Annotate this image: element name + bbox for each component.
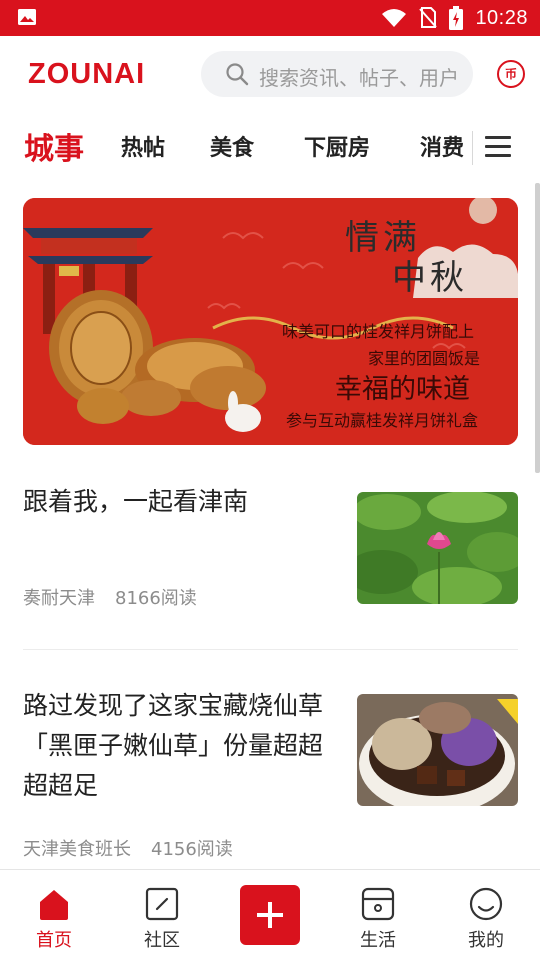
banner-text-line1: 味美可口的桂发祥月饼配上 xyxy=(282,322,475,341)
category-tabs: 城事 热帖 美食 下厨房 消费 xyxy=(0,112,540,182)
article-divider xyxy=(23,649,518,650)
tab-consumption[interactable]: 消费 xyxy=(420,130,464,162)
nav-community-label: 社区 xyxy=(144,930,180,951)
nav-profile[interactable]: 我的 xyxy=(446,870,526,960)
article-title: 路过发现了这家宝藏烧仙草「黑匣子嫩仙草」份量超超超超足 xyxy=(23,691,324,800)
app-header: ZOUNAI 搜索资讯、帖子、用户 币 xyxy=(0,36,540,112)
article-thumbnail xyxy=(357,694,518,806)
article-card[interactable]: 跟着我，一起看津南 奏耐天津 8166阅读 xyxy=(23,480,518,630)
coin-icon[interactable]: 币 xyxy=(497,60,525,88)
profile-icon xyxy=(469,887,503,921)
tab-city-affairs[interactable]: 城事 xyxy=(24,124,84,168)
article-author: 奏耐天津 xyxy=(23,588,95,609)
life-icon xyxy=(361,887,395,921)
article-meta: 奏耐天津 8166阅读 xyxy=(23,584,197,610)
photo-notification-icon xyxy=(18,9,36,25)
nav-life-label: 生活 xyxy=(360,930,396,951)
nav-profile-label: 我的 xyxy=(468,930,504,951)
nav-community[interactable]: 社区 xyxy=(122,870,202,960)
scrollbar[interactable] xyxy=(535,183,540,473)
home-icon xyxy=(40,890,68,920)
article-read-count: 8166阅读 xyxy=(115,588,197,609)
nav-home-label: 首页 xyxy=(36,930,72,951)
article-read-count: 4156阅读 xyxy=(151,839,233,860)
tab-food[interactable]: 美食 xyxy=(210,130,254,162)
banner-text-line2: 家里的团圆饭是 xyxy=(368,349,481,368)
article-card[interactable]: 路过发现了这家宝藏烧仙草「黑匣子嫩仙草」份量超超超超足 天津美食班长 4156阅读 xyxy=(23,682,518,862)
banner-text-line4: 参与互动赢桂发祥月饼礼盒 xyxy=(286,411,479,430)
nav-life[interactable]: 生活 xyxy=(338,870,418,960)
nav-home[interactable]: 首页 xyxy=(14,870,94,960)
article-title: 跟着我，一起看津南 xyxy=(23,487,249,516)
article-meta: 天津美食班长 4156阅读 xyxy=(23,835,233,861)
publish-button[interactable] xyxy=(240,885,300,945)
tab-divider xyxy=(472,131,473,165)
banner-title-line2: 中秋 xyxy=(392,258,468,298)
search-bar[interactable]: 搜索资讯、帖子、用户 xyxy=(201,51,473,97)
status-bar: 10:28 xyxy=(0,0,540,36)
banner-text-highlight: 幸福的味道 xyxy=(335,374,470,405)
tab-hot-posts[interactable]: 热帖 xyxy=(121,130,165,162)
no-sim-icon xyxy=(419,7,438,28)
community-icon xyxy=(145,887,179,921)
article-thumbnail xyxy=(357,492,518,604)
search-placeholder: 搜索资讯、帖子、用户 xyxy=(259,66,459,90)
app-logo: ZOUNAI xyxy=(28,58,146,90)
menu-icon[interactable] xyxy=(485,136,511,158)
search-icon xyxy=(226,63,249,86)
article-author: 天津美食班长 xyxy=(23,839,131,860)
bottom-navigation: 首页 社区 生活 我的 xyxy=(0,869,540,960)
tab-cooking[interactable]: 下厨房 xyxy=(304,130,370,162)
battery-charging-icon xyxy=(449,6,464,30)
clock: 10:28 xyxy=(475,6,528,29)
wifi-icon xyxy=(382,9,407,27)
